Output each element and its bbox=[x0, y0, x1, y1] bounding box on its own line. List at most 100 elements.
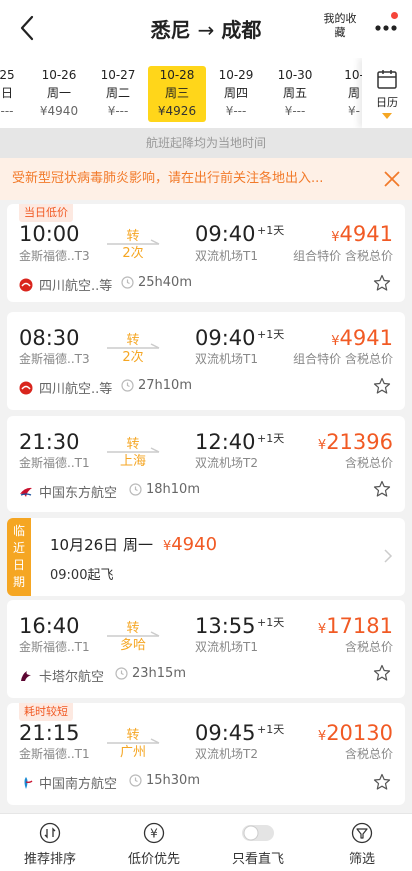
flight-duration: 25h40m bbox=[121, 275, 192, 290]
duration-text: 23h15m bbox=[132, 666, 186, 681]
flight-card[interactable]: 16:40 转 多哈 13:55 +1天 ¥17181 金斯福德..T1 双流机… bbox=[7, 600, 405, 698]
departure-airport: 金斯福德..T1 bbox=[19, 747, 90, 761]
favorite-star-icon[interactable] bbox=[373, 773, 391, 791]
flight-card[interactable]: 耗时较短 21:15 转 广州 09:45 +1天 ¥20130 金斯福德..T… bbox=[7, 703, 405, 805]
clock-icon bbox=[129, 483, 142, 496]
airline-info: 四川航空..等 bbox=[19, 378, 112, 397]
arrival-airport: 双流机场T1 bbox=[195, 640, 258, 654]
flight-card[interactable]: 当日低价 10:00 转 2次 09:40 +1天 ¥4941 金斯福德..T3… bbox=[7, 204, 405, 302]
price: ¥17181 bbox=[318, 614, 393, 638]
date-price: ¥--- bbox=[107, 104, 129, 118]
direct-only-toggle[interactable]: 只看直飞 bbox=[208, 822, 308, 867]
currency-symbol: ¥ bbox=[317, 622, 327, 637]
date-label: 10-28 bbox=[159, 68, 195, 82]
transfer-detail: 2次 bbox=[122, 246, 144, 261]
airline-name: 四川航空..等 bbox=[39, 382, 113, 397]
weekday-label: 周二 bbox=[105, 86, 130, 100]
price-value: 4941 bbox=[339, 222, 393, 246]
favorite-star-icon[interactable] bbox=[373, 480, 391, 498]
calendar-label: 日历 bbox=[376, 96, 398, 109]
airline-name: 四川航空..等 bbox=[39, 279, 113, 294]
low-price-first-button[interactable]: ¥ 低价优先 bbox=[104, 822, 204, 867]
date-price: ¥4926 bbox=[157, 104, 197, 118]
departure-airport: 金斯福德..T3 bbox=[19, 352, 90, 366]
calendar-button[interactable]: 日历 bbox=[362, 58, 412, 128]
more-dots-icon bbox=[375, 25, 397, 31]
flight-duration: 15h30m bbox=[129, 773, 200, 788]
route-arrow-icon bbox=[107, 343, 160, 349]
next-day-indicator: +1天 bbox=[257, 616, 285, 629]
yuan-icon: ¥ bbox=[143, 822, 165, 844]
more-options-button[interactable] bbox=[372, 12, 400, 38]
favorite-star-icon[interactable] bbox=[373, 377, 391, 395]
price-note: 组合特价 含税总价 bbox=[293, 249, 393, 263]
flight-card[interactable]: 21:30 转 上海 12:40 +1天 ¥21396 金斯福德..T1 双流机… bbox=[7, 416, 405, 512]
date-option[interactable]: 10-29 周四 ¥--- bbox=[207, 66, 265, 122]
date-price: ¥--- bbox=[284, 104, 306, 118]
arrival-time: 09:40 bbox=[195, 222, 256, 246]
clock-icon bbox=[115, 667, 128, 680]
airline-name: 中国东方航空 bbox=[39, 486, 118, 501]
origin-city: 悉尼 bbox=[150, 18, 191, 42]
arrival-airport: 双流机场T2 bbox=[195, 747, 258, 761]
date-option-selected[interactable]: 10-28 周三 ¥4926 bbox=[148, 66, 206, 122]
weekday-label: 周五 bbox=[282, 86, 307, 100]
destination-city: 成都 bbox=[221, 18, 262, 42]
departure-airport: 金斯福德..T1 bbox=[19, 456, 90, 470]
date-option[interactable]: 10-30 周五 ¥--- bbox=[266, 66, 324, 122]
transfer-detail: 上海 bbox=[119, 454, 146, 469]
currency-symbol: ¥ bbox=[317, 729, 327, 744]
currency-symbol: ¥ bbox=[162, 539, 172, 554]
price: ¥4941 bbox=[331, 326, 393, 350]
china-southern-logo-icon bbox=[24, 776, 33, 789]
flight-duration: 18h10m bbox=[129, 482, 200, 497]
price-note: 含税总价 bbox=[344, 640, 393, 654]
currency-symbol: ¥ bbox=[317, 438, 327, 453]
favorite-star-icon[interactable] bbox=[373, 664, 391, 682]
top-navigation-bar: 悉尼 → 成都 我的收藏 bbox=[0, 0, 412, 58]
price-value: 21396 bbox=[326, 430, 393, 454]
sort-button[interactable]: 推荐排序 bbox=[0, 822, 100, 867]
departure-airport: 金斯福德..T1 bbox=[19, 640, 90, 654]
clock-icon bbox=[121, 276, 134, 289]
route-arrow-icon bbox=[107, 447, 160, 453]
currency-symbol: ¥ bbox=[331, 334, 340, 349]
arrival-time: 09:40 bbox=[195, 326, 256, 350]
close-icon[interactable] bbox=[382, 169, 402, 189]
favorite-star-icon[interactable] bbox=[373, 274, 391, 292]
filter-button[interactable]: 筛选 bbox=[312, 822, 412, 867]
calendar-icon bbox=[377, 70, 397, 89]
price-note: 含税总价 bbox=[344, 747, 393, 761]
price: ¥4941 bbox=[331, 222, 393, 246]
route-arrow-icon bbox=[107, 631, 160, 637]
toggle-switch-icon bbox=[242, 825, 274, 841]
covid-notice-banner[interactable]: 受新型冠状病毒肺炎影响，请在出行前关注各地出入... bbox=[0, 158, 412, 200]
nearby-departure: 09:00起飞 bbox=[50, 568, 114, 583]
date-price: ¥--- bbox=[225, 104, 247, 118]
arrival-airport: 双流机场T2 bbox=[195, 456, 258, 470]
airline-name: 卡塔尔航空 bbox=[39, 670, 105, 685]
nearby-date-tag: 临近日期 bbox=[7, 518, 31, 596]
currency-symbol: ¥ bbox=[331, 230, 340, 245]
next-day-indicator: +1天 bbox=[257, 432, 285, 445]
weekday-label: 周三 bbox=[164, 86, 189, 100]
airline-info: 四川航空..等 bbox=[19, 275, 112, 294]
nearby-date-row: 10月26日 周一 ¥ 4940 bbox=[50, 534, 217, 555]
date-option[interactable]: 10-26 周一 ¥4940 bbox=[30, 66, 88, 122]
favorites-button[interactable]: 我的收藏 bbox=[322, 12, 358, 40]
price-note: 组合特价 含税总价 bbox=[293, 352, 393, 366]
svg-text:¥: ¥ bbox=[150, 827, 158, 841]
weekday-label: 周一 bbox=[46, 86, 71, 100]
arrival-time: 13:55 bbox=[195, 614, 256, 638]
caret-down-icon bbox=[382, 113, 392, 119]
route-arrow: → bbox=[197, 18, 215, 42]
next-day-indicator: +1天 bbox=[257, 224, 285, 237]
flight-card[interactable]: 08:30 转 2次 09:40 +1天 ¥4941 金斯福德..T3 双流机场… bbox=[7, 312, 405, 410]
departure-time: 08:30 bbox=[19, 326, 80, 350]
date-option[interactable]: 10-27 周二 ¥--- bbox=[89, 66, 147, 122]
arrival-time: 12:40 bbox=[195, 430, 256, 454]
weekday-label: 周四 bbox=[223, 86, 248, 100]
airline-info: 中国东方航空 bbox=[19, 482, 117, 501]
nearby-date-card[interactable]: 临近日期 10月26日 周一 ¥ 4940 09:00起飞 bbox=[7, 518, 405, 596]
airline-name: 中国南方航空 bbox=[39, 777, 118, 792]
